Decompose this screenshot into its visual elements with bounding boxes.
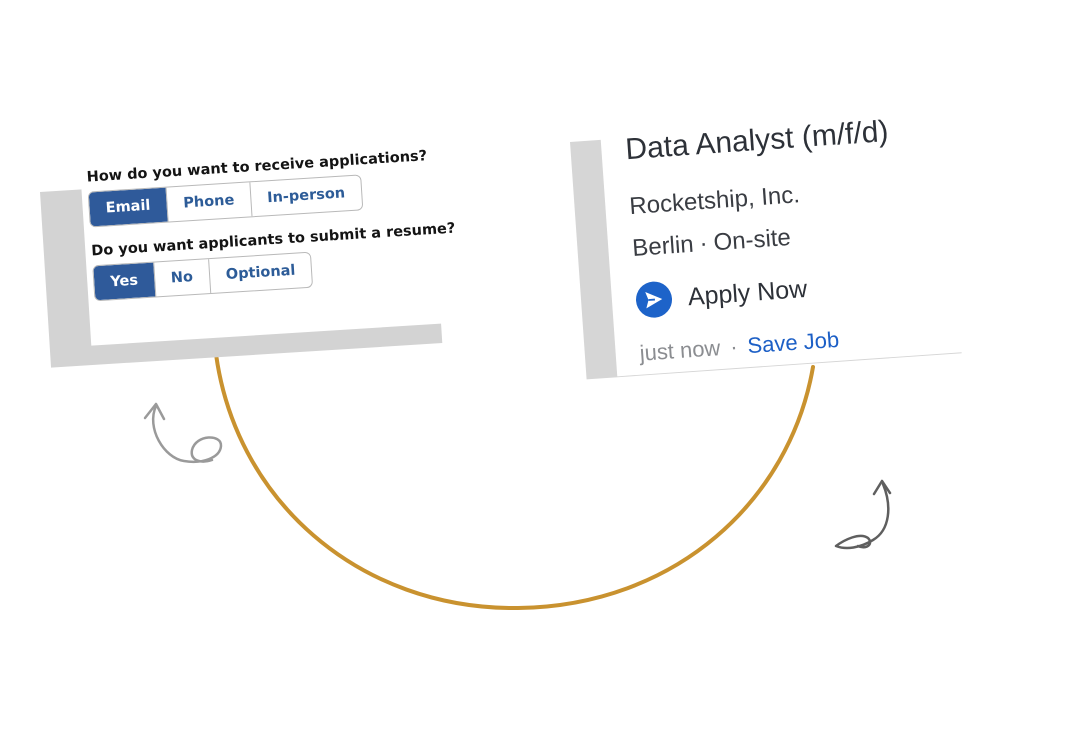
option-in-person[interactable]: In-person: [249, 175, 363, 217]
job-work-type: On-site: [712, 223, 792, 257]
curly-arrow-up-icon: [143, 402, 223, 463]
job-title[interactable]: Data Analyst (m/f/d): [624, 110, 962, 167]
curly-arrow-up-icon: [834, 479, 892, 550]
option-phone[interactable]: Phone: [165, 182, 252, 222]
apply-now-button[interactable]: Apply Now: [634, 259, 973, 319]
job-posting-card: Data Analyst (m/f/d) Rocketship, Inc. Be…: [599, 89, 977, 377]
option-optional[interactable]: Optional: [207, 252, 313, 294]
send-icon: [634, 280, 674, 319]
separator-dot: ·: [729, 333, 739, 360]
job-city: Berlin: [631, 230, 695, 262]
job-location-line: Berlin · On-site: [631, 212, 968, 263]
option-yes[interactable]: Yes: [93, 262, 155, 301]
save-job-link[interactable]: Save Job: [747, 327, 840, 358]
job-meta-line: just now · Save Job: [639, 317, 976, 366]
company-name: Rocketship, Inc.: [628, 181, 801, 221]
connector-arc: [213, 344, 815, 611]
separator-dot: ·: [698, 229, 709, 258]
apply-now-label: Apply Now: [686, 274, 809, 311]
option-no[interactable]: No: [152, 259, 210, 297]
option-email[interactable]: Email: [88, 187, 168, 227]
posted-time: just now: [638, 335, 722, 366]
resume-requirement-segmented-control: Yes No Optional: [92, 251, 314, 302]
application-settings-card: How do you want to receive applications?…: [80, 143, 456, 346]
